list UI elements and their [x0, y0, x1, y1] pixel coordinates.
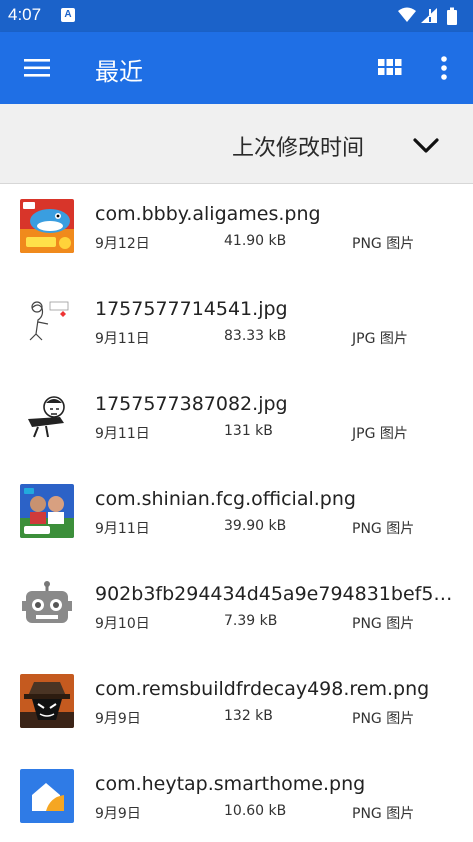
file-list: com.bbby.aligames.png 9月12日 41.90 kB PNG…: [0, 185, 473, 842]
file-row[interactable]: com.remsbuildfrdecay498.rem.png 9月9日 132…: [0, 660, 473, 755]
file-size: 132 kB: [224, 708, 273, 724]
smart-home-thumbnail: [20, 769, 74, 823]
file-name: com.shinian.fcg.official.png: [95, 488, 356, 510]
chevron-down-icon[interactable]: [408, 128, 444, 164]
file-type: PNG 图片: [352, 236, 415, 252]
file-row[interactable]: com.bbby.aligames.png 9月12日 41.90 kB PNG…: [0, 185, 473, 280]
file-size: 131 kB: [224, 423, 273, 439]
grid-view-icon: [378, 59, 402, 75]
file-type: JPG 图片: [352, 426, 408, 442]
hamburger-menu-icon: [24, 59, 50, 77]
file-date: 9月9日: [95, 806, 141, 822]
file-size: 41.90 kB: [224, 233, 287, 249]
file-type: PNG 图片: [352, 711, 415, 727]
file-row[interactable]: com.heytap.smarthome.png 9月9日 10.60 kB P…: [0, 755, 473, 842]
signal-icon: [421, 8, 437, 23]
hat-character-thumbnail: [20, 674, 74, 728]
file-size: 7.39 kB: [224, 613, 278, 629]
file-type: PNG 图片: [352, 521, 415, 537]
status-time: 4:07: [8, 5, 42, 24]
sketch-meme-thumbnail: [20, 294, 74, 348]
status-icons: [398, 7, 457, 25]
file-type: JPG 图片: [352, 331, 408, 347]
status-bar: 4:07 A: [0, 0, 473, 32]
file-date: 9月11日: [95, 426, 150, 442]
file-name: com.bbby.aligames.png: [95, 203, 321, 225]
notification-icon: A: [61, 8, 75, 22]
more-options-button[interactable]: [424, 46, 464, 90]
file-type: PNG 图片: [352, 616, 415, 632]
file-row[interactable]: 1757577387082.jpg 9月11日 131 kB JPG 图片: [0, 375, 473, 470]
file-size: 10.60 kB: [224, 803, 287, 819]
file-date: 9月9日: [95, 711, 141, 727]
wifi-icon: [398, 7, 416, 22]
file-name: 902b3fb294434d45a9e794831bef5…: [95, 583, 453, 605]
file-size: 83.33 kB: [224, 328, 287, 344]
more-vert-icon: [441, 56, 447, 80]
sort-label[interactable]: 上次修改时间: [232, 130, 364, 162]
file-size: 39.90 kB: [224, 518, 287, 534]
file-date: 9月11日: [95, 521, 150, 537]
sort-bar[interactable]: 上次修改时间: [0, 104, 473, 184]
game-shark-thumbnail: [20, 199, 74, 253]
file-name: 1757577714541.jpg: [95, 298, 288, 320]
file-name: com.remsbuildfrdecay498.rem.png: [95, 678, 430, 700]
file-row[interactable]: com.shinian.fcg.official.png 9月11日 39.90…: [0, 470, 473, 565]
page-title: 最近: [95, 58, 143, 86]
file-type: PNG 图片: [352, 806, 415, 822]
app-bar: 最近: [0, 32, 473, 104]
file-name: 1757577387082.jpg: [95, 393, 288, 415]
file-row[interactable]: 1757577714541.jpg 9月11日 83.33 kB JPG 图片: [0, 280, 473, 375]
robot-icon: [20, 579, 74, 633]
menu-button[interactable]: [14, 46, 58, 90]
file-date: 9月11日: [95, 331, 150, 347]
grid-view-button[interactable]: [368, 46, 412, 90]
file-row[interactable]: 902b3fb294434d45a9e794831bef5… 9月10日 7.3…: [0, 565, 473, 660]
soccer-game-thumbnail: [20, 484, 74, 538]
file-date: 9月12日: [95, 236, 150, 252]
file-date: 9月10日: [95, 616, 150, 632]
battery-icon: [447, 7, 457, 25]
file-name: com.heytap.smarthome.png: [95, 773, 366, 795]
sketch-face-thumbnail: [20, 389, 74, 443]
